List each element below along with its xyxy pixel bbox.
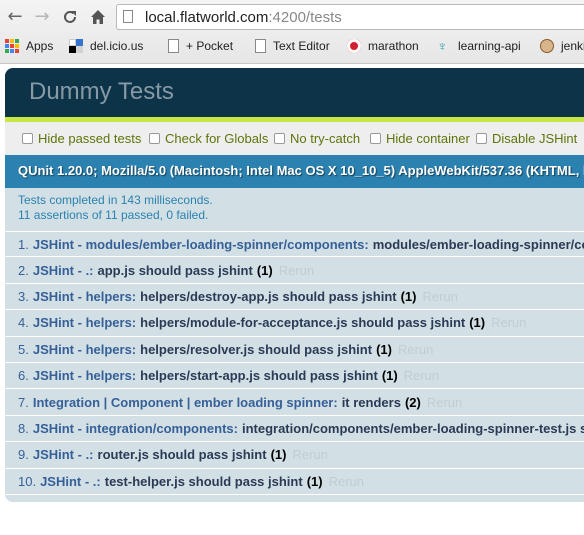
test-module-name: Integration | Component | ember loading …	[32, 394, 338, 410]
assertion-count: (2)	[404, 394, 421, 410]
delicious-icon	[69, 39, 83, 53]
rerun-link[interactable]: Rerun	[422, 289, 457, 304]
test-name: helpers/resolver.js should pass jshint	[140, 341, 373, 357]
checkbox[interactable]	[476, 133, 487, 144]
option-check-globals[interactable]: Check for Globals	[149, 131, 268, 146]
test-results-summary: Tests completed in 143 milliseconds. 11 …	[5, 188, 584, 223]
checkbox[interactable]	[274, 133, 285, 144]
assertion-count: (1)	[381, 368, 398, 384]
assertion-count: (1)	[400, 288, 417, 304]
marathon-icon	[347, 39, 361, 53]
url-text: local.flatworld.com:4200/tests	[145, 9, 342, 26]
test-module-name: JSHint - helpers:	[32, 288, 137, 304]
test-name: test-helper.js should pass jshint	[104, 473, 303, 489]
apps-icon	[5, 39, 19, 53]
test-name: router.js should pass jshint	[97, 447, 267, 463]
bookmark-marathon[interactable]: marathon	[347, 36, 419, 56]
test-module-name: JSHint - .:	[32, 262, 94, 278]
option-hide-passed[interactable]: Hide passed tests	[22, 131, 141, 146]
checkbox[interactable]	[149, 133, 160, 144]
learning-icon: ♆	[437, 38, 448, 54]
checkbox[interactable]	[22, 133, 33, 144]
assertion-count: (1)	[270, 447, 287, 463]
bookmark-delicious[interactable]: del.icio.us	[69, 36, 143, 56]
test-item[interactable]: 5. JSHint - helpers: helpers/resolver.js s…	[5, 337, 584, 363]
address-bar[interactable]: local.flatworld.com:4200/tests	[116, 4, 584, 30]
test-number: 3.	[18, 288, 29, 304]
rerun-link[interactable]: Rerun	[427, 395, 462, 410]
test-number: 4.	[18, 315, 29, 331]
reload-icon[interactable]	[59, 6, 81, 28]
test-number: 10.	[18, 473, 37, 489]
bookmark-text-editor[interactable]: Text Editor	[255, 36, 330, 56]
back-icon[interactable]: ←	[4, 6, 26, 28]
test-number: 9.	[18, 447, 29, 463]
rerun-link[interactable]: Rerun	[279, 263, 314, 278]
jenkins-icon	[540, 39, 554, 53]
checkbox[interactable]	[370, 133, 381, 144]
rerun-link[interactable]: Rerun	[329, 474, 364, 489]
test-item[interactable]: 4. JSHint - helpers: helpers/module-for-ac…	[5, 310, 584, 337]
test-item[interactable]: 8. JSHint - integration/components: integr…	[5, 416, 584, 443]
test-module-name: JSHint - .:	[32, 447, 94, 463]
test-number: 7.	[18, 394, 29, 410]
test-number: 8.	[18, 420, 29, 436]
test-module-name: JSHint - integration/components:	[32, 420, 238, 436]
test-module-name: JSHint - helpers:	[32, 341, 137, 357]
assertion-count: (1)	[469, 315, 486, 331]
test-module-name: JSHint - helpers:	[32, 368, 137, 384]
test-module-name: JSHint - .:	[40, 473, 101, 489]
test-number: 1.	[18, 236, 29, 252]
test-item[interactable]: 2. JSHint - .: app.js should pass jshint (1…	[5, 257, 584, 284]
rerun-link[interactable]: Rerun	[404, 368, 439, 383]
test-name: integration/components/ember-loading-spi…	[241, 420, 584, 436]
test-module-name: JSHint - helpers:	[32, 315, 137, 331]
test-name: it renders	[341, 394, 401, 410]
test-name: modules/ember-loading-spinner/components…	[372, 236, 584, 252]
rerun-link[interactable]: Rerun	[491, 315, 526, 330]
test-number: 2.	[18, 262, 29, 278]
option-hide-container[interactable]: Hide container	[370, 131, 470, 146]
qunit-header: Dummy Tests	[5, 68, 584, 117]
user-agent-bar: QUnit 1.20.0; Mozilla/5.0 (Macintosh; In…	[5, 155, 584, 188]
results-duration: Tests completed in 143 milliseconds.	[18, 193, 213, 207]
test-name: app.js should pass jshint	[97, 262, 253, 278]
page-icon	[168, 39, 179, 53]
assertion-count: (1)	[256, 262, 273, 278]
test-number: 5.	[18, 341, 29, 357]
test-name: helpers/start-app.js should pass jshint	[140, 368, 378, 384]
page-icon	[123, 10, 133, 23]
bookmark-learning-api[interactable]: ♆ learning-api	[437, 36, 521, 56]
rerun-link[interactable]: Rerun	[292, 447, 327, 462]
test-item[interactable]: 3. JSHint - helpers: helpers/destroy-app.j…	[5, 284, 584, 311]
test-item[interactable]: 1. JSHint - modules/ember-loading-spinner…	[5, 231, 584, 258]
test-list: 1. JSHint - modules/ember-loading-spinner…	[5, 231, 584, 495]
bookmark-jenkins[interactable]: jenki	[540, 36, 584, 56]
page-title[interactable]: Dummy Tests	[29, 78, 174, 106]
test-module-name: JSHint - modules/ember-loading-spinner/c…	[32, 236, 369, 252]
test-name: helpers/destroy-app.js should pass jshin…	[140, 288, 397, 304]
test-item[interactable]: 9. JSHint - .: router.js should pass jshin…	[5, 442, 584, 469]
test-name: helpers/module-for-acceptance.js should …	[140, 315, 466, 331]
bookmarks-bar: Apps del.icio.us + Pocket Text Editor ma…	[0, 34, 584, 58]
rerun-link[interactable]: Rerun	[398, 342, 433, 357]
qunit-container: Dummy Tests Hide passed tests Check for …	[5, 68, 584, 502]
assertion-count: (1)	[376, 341, 392, 357]
test-number: 6.	[18, 368, 29, 384]
assertion-count: (1)	[306, 473, 323, 489]
option-disable-jshint[interactable]: Disable JSHint	[476, 131, 577, 146]
browser-chrome: ← → local.flatworld.com:4200/tests Apps	[0, 0, 584, 64]
results-assertions: 11 assertions of 11 passed, 0 failed.	[18, 208, 209, 222]
test-item[interactable]: 6. JSHint - helpers: helpers/start-app.js …	[5, 363, 584, 390]
home-icon[interactable]	[87, 6, 109, 28]
bookmark-pocket[interactable]: + Pocket	[168, 36, 233, 56]
user-agent-text: QUnit 1.20.0; Mozilla/5.0 (Macintosh; In…	[18, 163, 584, 178]
qunit-toolbar: Hide passed tests Check for Globals No t…	[5, 122, 584, 155]
bookmark-apps[interactable]: Apps	[5, 36, 53, 56]
test-item[interactable]: 7. Integration | Component | ember loadin…	[5, 389, 584, 416]
forward-icon[interactable]: →	[31, 6, 53, 28]
option-no-try-catch[interactable]: No try-catch	[274, 131, 360, 146]
page-icon	[255, 39, 266, 53]
test-item[interactable]: 10. JSHint - .: test-helper.js should pass…	[5, 469, 584, 495]
